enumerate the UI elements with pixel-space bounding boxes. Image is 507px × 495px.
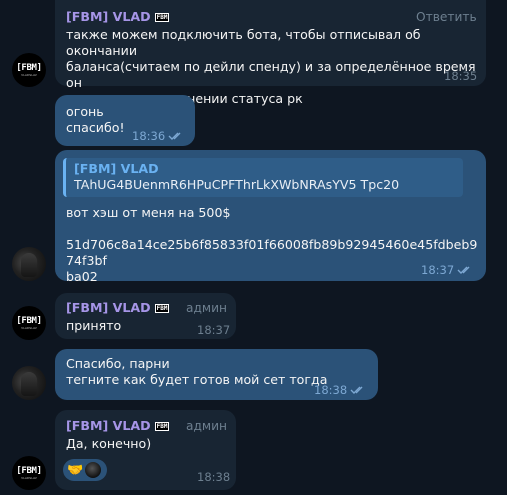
message-bubble[interactable]: [FBM] VLAD FBM админ Да, конечно) 🤝 18:3… [55, 410, 236, 490]
user-avatar[interactable] [12, 247, 46, 281]
fbm-avatar[interactable]: [FBM] VLADSLAV [12, 53, 46, 87]
message-text: огонь спасибо! [66, 104, 125, 135]
fbm-badge-icon: FBM [154, 303, 170, 313]
read-checkmarks-icon [168, 132, 181, 140]
message-time: 18:35 [444, 69, 478, 83]
sender-name[interactable]: [FBM] VLAD FBM [66, 9, 170, 25]
admin-label: админ [186, 419, 227, 433]
message-time: 18:38 [314, 382, 366, 398]
fbm-avatar[interactable]: [FBM] VLADSLAV [12, 456, 46, 490]
read-checkmarks-icon [350, 386, 363, 394]
message-text: вот хэш от меня на 500$ 51d706c8a14ce25b… [66, 205, 478, 284]
read-checkmarks-icon [457, 266, 470, 274]
handshake-icon: 🤝 [67, 462, 84, 478]
message-time: 18:38 [197, 470, 231, 484]
message-text: Спасибо, парни тегните как будет готов м… [66, 356, 328, 387]
message-bubble[interactable]: [FBM] VLAD TAhUG4BUenmR6HPuCPFThrLkXWbNR… [55, 150, 486, 284]
message-bubble[interactable]: [FBM] VLAD FBM админ принято 18:37 [55, 293, 236, 339]
reaction-chip[interactable]: 🤝 [63, 459, 107, 481]
reply-button[interactable]: Ответить [416, 9, 477, 25]
reply-sender: [FBM] VLAD [74, 161, 159, 176]
fbm-badge-icon: FBM [154, 12, 170, 22]
sender-name[interactable]: [FBM] VLAD FBM [66, 418, 170, 434]
message-bubble[interactable]: огонь спасибо! 18:36 [55, 95, 195, 146]
message-text: принято [66, 318, 122, 333]
reply-quote[interactable]: [FBM] VLAD TAhUG4BUenmR6HPuCPFThrLkXWbNR… [63, 158, 463, 197]
user-photo-icon [21, 372, 37, 396]
message-text: Да, конечно) [66, 436, 152, 451]
message-bubble[interactable]: Спасибо, парни тегните как будет готов м… [55, 349, 378, 400]
user-avatar[interactable] [12, 366, 46, 400]
message-bubble[interactable]: [FBM] VLAD FBM Ответить также можем подк… [55, 0, 486, 106]
sender-name[interactable]: [FBM] VLAD FBM [66, 300, 170, 316]
message-time: 18:37 [197, 323, 231, 337]
admin-label: админ [186, 301, 227, 315]
fbm-badge-icon: FBM [154, 421, 170, 431]
message-time: 18:36 [132, 128, 184, 144]
fbm-avatar[interactable]: [FBM] VLADSLAV [12, 306, 46, 340]
user-photo-icon [21, 253, 37, 277]
reactor-avatar [85, 462, 102, 478]
reply-text: TAhUG4BUenmR6HPuCPFThrLkXWbNRAsYV5 Tpc20 [74, 177, 400, 192]
message-time: 18:37 [421, 262, 473, 278]
